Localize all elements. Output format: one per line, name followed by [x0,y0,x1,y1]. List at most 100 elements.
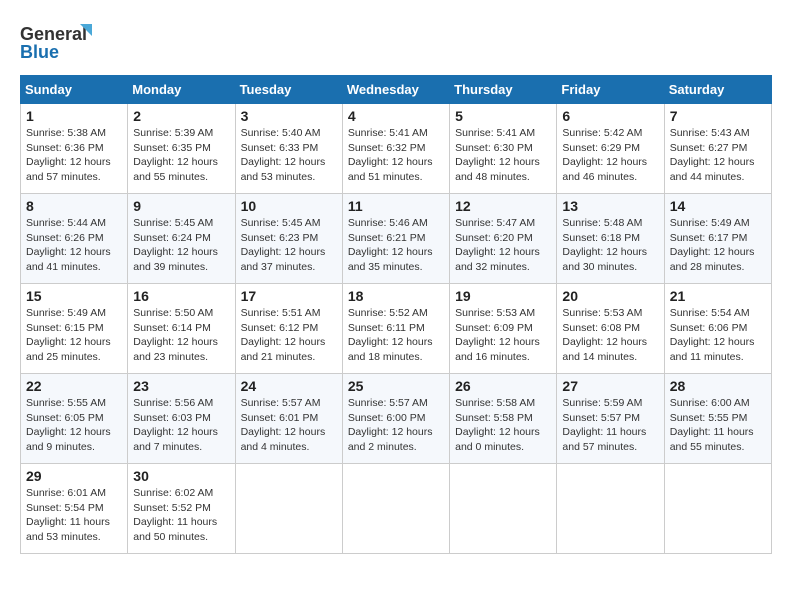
column-header-sunday: Sunday [21,76,128,104]
calendar-cell: 3 Sunrise: 5:40 AM Sunset: 6:33 PM Daylig… [235,104,342,194]
calendar-cell: 13 Sunrise: 5:48 AM Sunset: 6:18 PM Dayli… [557,194,664,284]
calendar-cell: 20 Sunrise: 5:53 AM Sunset: 6:08 PM Dayli… [557,284,664,374]
day-number: 27 [562,378,658,394]
day-number: 21 [670,288,766,304]
calendar-cell: 5 Sunrise: 5:41 AM Sunset: 6:30 PM Daylig… [450,104,557,194]
day-info: Sunrise: 5:55 AM Sunset: 6:05 PM Dayligh… [26,396,122,455]
calendar-cell: 1Sunrise: 5:38 AM Sunset: 6:36 PM Daylig… [21,104,128,194]
day-number: 8 [26,198,122,214]
day-number: 6 [562,108,658,124]
day-info: Sunrise: 5:51 AM Sunset: 6:12 PM Dayligh… [241,306,337,365]
calendar-week-1: 1Sunrise: 5:38 AM Sunset: 6:36 PM Daylig… [21,104,772,194]
calendar-cell: 12 Sunrise: 5:47 AM Sunset: 6:20 PM Dayli… [450,194,557,284]
day-number: 4 [348,108,444,124]
calendar-cell: 30 Sunrise: 6:02 AM Sunset: 5:52 PM Dayli… [128,464,235,554]
day-number: 16 [133,288,229,304]
calendar-cell: 18 Sunrise: 5:52 AM Sunset: 6:11 PM Dayli… [342,284,449,374]
day-info: Sunrise: 6:02 AM Sunset: 5:52 PM Dayligh… [133,486,229,545]
day-number: 1 [26,108,122,124]
day-info: Sunrise: 5:43 AM Sunset: 6:27 PM Dayligh… [670,126,766,185]
day-number: 10 [241,198,337,214]
calendar-table: SundayMondayTuesdayWednesdayThursdayFrid… [20,75,772,554]
day-info: Sunrise: 5:57 AM Sunset: 6:00 PM Dayligh… [348,396,444,455]
svg-text:General: General [20,24,87,44]
day-info: Sunrise: 5:48 AM Sunset: 6:18 PM Dayligh… [562,216,658,275]
day-number: 12 [455,198,551,214]
day-info: Sunrise: 5:58 AM Sunset: 5:58 PM Dayligh… [455,396,551,455]
calendar-cell: 8 Sunrise: 5:44 AM Sunset: 6:26 PM Daylig… [21,194,128,284]
day-info: Sunrise: 5:47 AM Sunset: 6:20 PM Dayligh… [455,216,551,275]
day-number: 14 [670,198,766,214]
day-number: 7 [670,108,766,124]
calendar-cell: 11 Sunrise: 5:46 AM Sunset: 6:21 PM Dayli… [342,194,449,284]
day-number: 18 [348,288,444,304]
logo: GeneralBlue [20,20,100,65]
calendar-cell: 17 Sunrise: 5:51 AM Sunset: 6:12 PM Dayli… [235,284,342,374]
calendar-cell: 7 Sunrise: 5:43 AM Sunset: 6:27 PM Daylig… [664,104,771,194]
calendar-cell: 2 Sunrise: 5:39 AM Sunset: 6:35 PM Daylig… [128,104,235,194]
day-number: 23 [133,378,229,394]
day-number: 11 [348,198,444,214]
day-number: 15 [26,288,122,304]
day-number: 9 [133,198,229,214]
day-info: Sunrise: 5:41 AM Sunset: 6:30 PM Dayligh… [455,126,551,185]
day-number: 26 [455,378,551,394]
day-info: Sunrise: 5:52 AM Sunset: 6:11 PM Dayligh… [348,306,444,365]
day-info: Sunrise: 5:46 AM Sunset: 6:21 PM Dayligh… [348,216,444,275]
day-info: Sunrise: 5:39 AM Sunset: 6:35 PM Dayligh… [133,126,229,185]
logo-svg: GeneralBlue [20,20,100,65]
day-number: 2 [133,108,229,124]
column-header-thursday: Thursday [450,76,557,104]
column-header-friday: Friday [557,76,664,104]
header: GeneralBlue [20,20,772,65]
day-info: Sunrise: 5:44 AM Sunset: 6:26 PM Dayligh… [26,216,122,275]
calendar-cell: 23 Sunrise: 5:56 AM Sunset: 6:03 PM Dayli… [128,374,235,464]
calendar-cell: 16Sunrise: 5:50 AM Sunset: 6:14 PM Dayli… [128,284,235,374]
day-info: Sunrise: 5:53 AM Sunset: 6:08 PM Dayligh… [562,306,658,365]
day-number: 3 [241,108,337,124]
calendar-cell [235,464,342,554]
calendar-cell: 14 Sunrise: 5:49 AM Sunset: 6:17 PM Dayli… [664,194,771,284]
svg-text:Blue: Blue [20,42,59,62]
calendar-week-2: 8 Sunrise: 5:44 AM Sunset: 6:26 PM Daylig… [21,194,772,284]
header-row: SundayMondayTuesdayWednesdayThursdayFrid… [21,76,772,104]
day-number: 28 [670,378,766,394]
day-info: Sunrise: 5:40 AM Sunset: 6:33 PM Dayligh… [241,126,337,185]
day-info: Sunrise: 5:45 AM Sunset: 6:24 PM Dayligh… [133,216,229,275]
calendar-cell [557,464,664,554]
calendar-cell [450,464,557,554]
calendar-week-5: 29 Sunrise: 6:01 AM Sunset: 5:54 PM Dayli… [21,464,772,554]
day-info: Sunrise: 5:49 AM Sunset: 6:15 PM Dayligh… [26,306,122,365]
day-info: Sunrise: 6:01 AM Sunset: 5:54 PM Dayligh… [26,486,122,545]
calendar-cell: 9 Sunrise: 5:45 AM Sunset: 6:24 PM Daylig… [128,194,235,284]
calendar-week-4: 22 Sunrise: 5:55 AM Sunset: 6:05 PM Dayli… [21,374,772,464]
calendar-cell [342,464,449,554]
calendar-cell: 26 Sunrise: 5:58 AM Sunset: 5:58 PM Dayli… [450,374,557,464]
day-info: Sunrise: 5:59 AM Sunset: 5:57 PM Dayligh… [562,396,658,455]
day-number: 13 [562,198,658,214]
day-number: 17 [241,288,337,304]
day-number: 5 [455,108,551,124]
day-info: Sunrise: 5:57 AM Sunset: 6:01 PM Dayligh… [241,396,337,455]
day-info: Sunrise: 5:49 AM Sunset: 6:17 PM Dayligh… [670,216,766,275]
day-info: Sunrise: 5:42 AM Sunset: 6:29 PM Dayligh… [562,126,658,185]
day-info: Sunrise: 5:41 AM Sunset: 6:32 PM Dayligh… [348,126,444,185]
day-number: 30 [133,468,229,484]
calendar-cell: 15 Sunrise: 5:49 AM Sunset: 6:15 PM Dayli… [21,284,128,374]
calendar-cell: 28 Sunrise: 6:00 AM Sunset: 5:55 PM Dayli… [664,374,771,464]
day-info: Sunrise: 5:56 AM Sunset: 6:03 PM Dayligh… [133,396,229,455]
calendar-cell: 27 Sunrise: 5:59 AM Sunset: 5:57 PM Dayli… [557,374,664,464]
day-info: Sunrise: 5:45 AM Sunset: 6:23 PM Dayligh… [241,216,337,275]
day-number: 22 [26,378,122,394]
day-number: 19 [455,288,551,304]
day-number: 20 [562,288,658,304]
calendar-cell: 4 Sunrise: 5:41 AM Sunset: 6:32 PM Daylig… [342,104,449,194]
column-header-wednesday: Wednesday [342,76,449,104]
calendar-cell: 22 Sunrise: 5:55 AM Sunset: 6:05 PM Dayli… [21,374,128,464]
calendar-cell: 6 Sunrise: 5:42 AM Sunset: 6:29 PM Daylig… [557,104,664,194]
day-number: 25 [348,378,444,394]
day-info: Sunrise: 6:00 AM Sunset: 5:55 PM Dayligh… [670,396,766,455]
column-header-monday: Monday [128,76,235,104]
day-number: 29 [26,468,122,484]
calendar-cell: 29 Sunrise: 6:01 AM Sunset: 5:54 PM Dayli… [21,464,128,554]
